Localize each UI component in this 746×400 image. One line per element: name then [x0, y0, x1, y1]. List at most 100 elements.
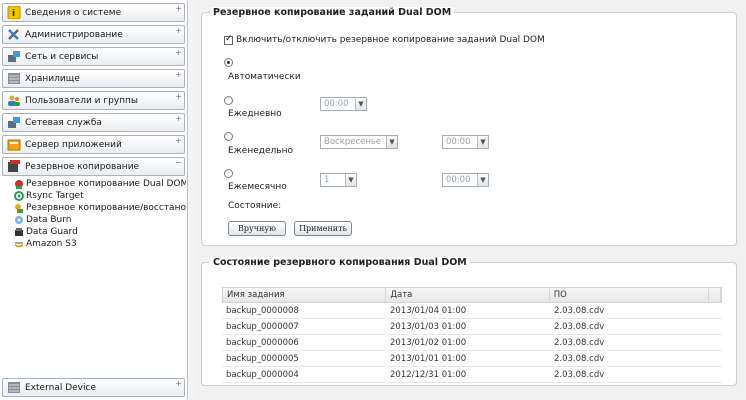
cell-firmware: 2.03.08.cdv	[554, 337, 605, 348]
status-label: Состояние:	[228, 201, 282, 211]
expand-icon[interactable]: +	[175, 27, 182, 35]
nav-storage[interactable]: Хранилище +	[2, 69, 185, 88]
select-value: 00:00	[446, 137, 471, 147]
expand-icon[interactable]: +	[175, 115, 182, 123]
enable-backup-label: Включить/отключить резервное копирование…	[236, 35, 545, 45]
cell-firmware: 2.03.08.cdv	[554, 321, 605, 332]
nav-label: Сетевая служба	[25, 117, 102, 128]
nav-backup[interactable]: Резервное копирование −	[2, 157, 185, 176]
cell-job-name: backup_0000005	[226, 353, 299, 364]
chevron-down-icon: ▼	[386, 136, 397, 148]
radio-auto[interactable]	[224, 58, 233, 67]
cell-firmware: 2.03.08.cdv	[554, 353, 605, 364]
manual-button[interactable]: Вручную	[228, 221, 286, 236]
table-row[interactable]: backup_0000005 2013/01/01 01:00 2.03.08.…	[222, 351, 722, 367]
expand-icon[interactable]: +	[175, 71, 182, 79]
storage-icon	[7, 72, 21, 85]
cell-date: 2013/01/02 01:00	[390, 337, 467, 348]
select-value: 1	[324, 175, 330, 185]
sidebar-item-label: Data Guard	[26, 227, 78, 237]
rsync-icon	[14, 191, 24, 201]
expand-icon[interactable]: +	[175, 380, 182, 388]
radio-daily-label: Ежедневно	[228, 109, 282, 119]
sidebar-item-label: Резервное копирование/восстановл	[26, 203, 186, 213]
table-header: Имя задания Дата ПО	[222, 287, 722, 303]
users-icon	[7, 94, 21, 107]
sidebar: i Сведения о системе + Администрирование…	[0, 0, 188, 400]
nav-administration[interactable]: Администрирование +	[2, 25, 185, 44]
sidebar-item-label: Резервное копирование Dual DOM	[26, 179, 186, 189]
dual-dom-backup-panel: Резервное копирование заданий Dual DOM В…	[201, 7, 737, 246]
enable-backup-checkbox[interactable]	[224, 34, 233, 45]
enable-backup-row: Включить/отключить резервное копирование…	[224, 34, 545, 45]
apply-button[interactable]: Применить	[294, 221, 352, 236]
expand-icon[interactable]: +	[175, 5, 182, 13]
nav-label: Сервер приложений	[25, 139, 122, 150]
sidebar-item-data-guard[interactable]: Data Guard	[0, 226, 186, 238]
expand-icon[interactable]: +	[175, 137, 182, 145]
monthly-time-select[interactable]: 00:00 ▼	[442, 173, 489, 187]
backup-submenu: Резервное копирование Dual DOM Rsync Tar…	[0, 178, 186, 250]
expand-icon[interactable]: +	[175, 93, 182, 101]
app-server-icon	[7, 138, 21, 151]
column-header[interactable]: Дата	[386, 288, 550, 302]
data-guard-icon	[14, 227, 24, 237]
weekly-day-select[interactable]: Воскресенье ▼	[320, 135, 398, 149]
radio-daily[interactable]	[224, 96, 233, 105]
table-row[interactable]: backup_0000006 2013/01/02 01:00 2.03.08.…	[222, 335, 722, 351]
sidebar-item-restore[interactable]: Резервное копирование/восстановл	[0, 202, 186, 214]
main-content: Резервное копирование заданий Dual DOM В…	[196, 0, 746, 400]
collapse-icon[interactable]: −	[175, 159, 182, 167]
nav-label: External Device	[25, 382, 96, 393]
nav-label: Сведения о системе	[25, 7, 122, 18]
nav-system-info[interactable]: i Сведения о системе +	[2, 3, 185, 22]
table-row[interactable]: backup_0000008 2013/01/04 01:00 2.03.08.…	[222, 303, 722, 319]
chevron-down-icon: ▼	[477, 136, 488, 148]
nav-label: Хранилище	[25, 73, 80, 84]
cell-job-name: backup_0000004	[226, 369, 299, 380]
monthly-day-select[interactable]: 1 ▼	[320, 173, 357, 187]
cell-date: 2013/01/03 01:00	[390, 321, 467, 332]
dual-dom-icon	[14, 179, 24, 189]
network-service-icon	[7, 116, 21, 129]
nav-network[interactable]: Сеть и сервисы +	[2, 47, 185, 66]
sidebar-item-data-burn[interactable]: Data Burn	[0, 214, 186, 226]
table-row[interactable]: backup_0000007 2013/01/03 01:00 2.03.08.…	[222, 319, 722, 335]
radio-monthly[interactable]	[224, 169, 233, 178]
amazon-s3-icon	[14, 239, 24, 249]
column-header-spacer	[709, 288, 722, 302]
svg-text:i: i	[12, 9, 15, 19]
restore-icon	[14, 203, 24, 213]
nav-app-server[interactable]: Сервер приложений +	[2, 135, 185, 154]
sidebar-item-rsync[interactable]: Rsync Target	[0, 190, 186, 202]
external-device-icon	[7, 381, 21, 394]
nav-external-device[interactable]: External Device +	[2, 378, 185, 397]
nav-label: Администрирование	[25, 29, 123, 40]
data-burn-icon	[14, 215, 24, 225]
nav-users-groups[interactable]: Пользователи и группы +	[2, 91, 185, 110]
backup-status-table: Имя задания Дата ПО backup_0000008 2013/…	[222, 287, 722, 383]
column-header[interactable]: ПО	[550, 288, 710, 302]
select-value: Воскресенье	[324, 137, 382, 147]
daily-time-select[interactable]: 00:00 ▼	[320, 97, 367, 111]
sidebar-item-dual-dom[interactable]: Резервное копирование Dual DOM	[0, 178, 186, 190]
chevron-down-icon: ▼	[355, 98, 366, 110]
cell-job-name: backup_0000008	[226, 305, 299, 316]
nav-label: Резервное копирование	[25, 161, 140, 172]
weekly-time-select[interactable]: 00:00 ▼	[442, 135, 489, 149]
column-header[interactable]: Имя задания	[223, 288, 387, 302]
network-icon	[7, 50, 21, 63]
backup-icon	[7, 160, 21, 173]
expand-icon[interactable]: +	[175, 49, 182, 57]
chevron-down-icon: ▼	[345, 174, 356, 186]
sidebar-item-label: Amazon S3	[26, 239, 77, 249]
panel-title: Резервное копирование заданий Dual DOM	[210, 7, 455, 18]
nav-network-service[interactable]: Сетевая служба +	[2, 113, 185, 132]
select-value: 00:00	[446, 175, 471, 185]
cell-job-name: backup_0000007	[226, 321, 299, 332]
radio-weekly[interactable]	[224, 132, 233, 141]
sidebar-item-amazon-s3[interactable]: Amazon S3	[0, 238, 186, 250]
table-row[interactable]: backup_0000004 2012/12/31 01:00 2.03.08.…	[222, 367, 722, 383]
tools-icon	[7, 28, 21, 41]
select-value: 00:00	[324, 99, 349, 109]
